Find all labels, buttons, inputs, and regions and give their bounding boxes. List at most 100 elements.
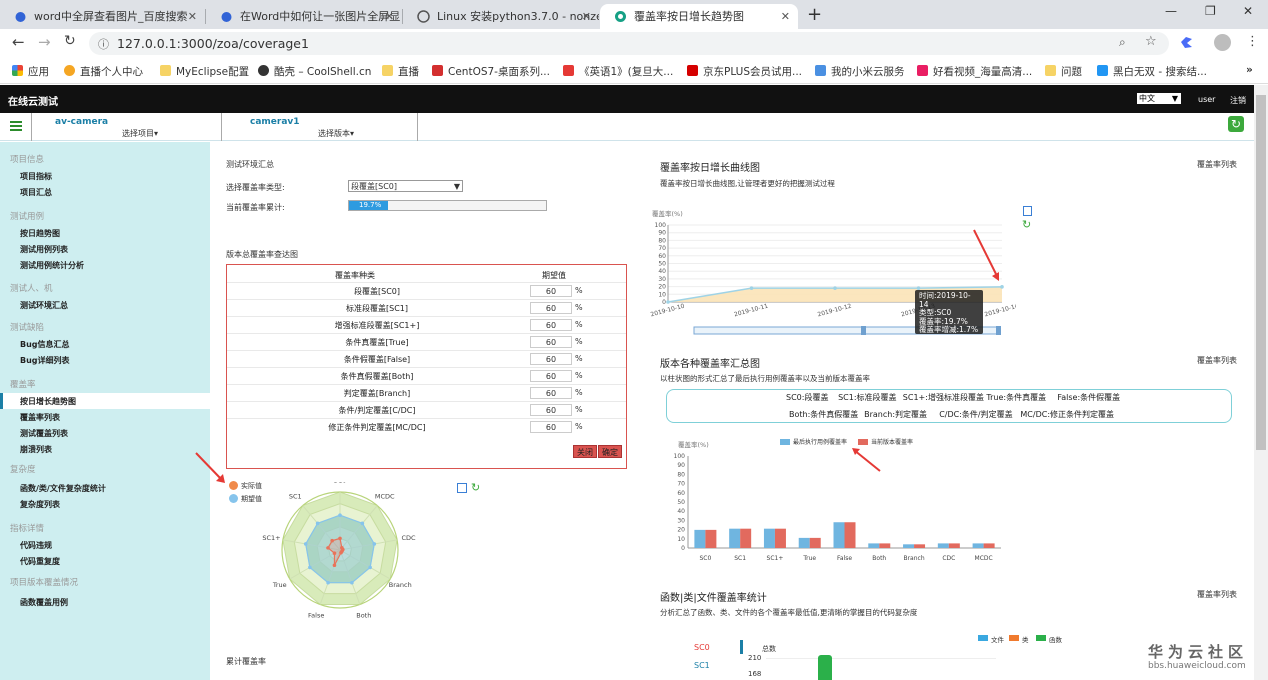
sidebar-item[interactable]: 测试环境汇总 — [20, 300, 68, 311]
bookmark-item[interactable]: 好看视频_海量高清... — [917, 64, 1032, 79]
more-menu-icon[interactable]: ⋮ — [1246, 34, 1259, 49]
browser-tab-active[interactable]: 覆盖率按日增长趋势图 ✕ — [600, 4, 798, 29]
browser-tab[interactable]: 在Word中如何让一张图片全屏显 ✕ — [206, 4, 402, 29]
new-tab-button[interactable]: + — [807, 4, 822, 26]
bookmark-item[interactable]: 问题 — [1045, 64, 1082, 79]
expect-value-input[interactable]: 60 — [530, 285, 572, 297]
restore-icon[interactable]: ↻ — [1022, 218, 1031, 231]
expect-value-input[interactable]: 60 — [530, 336, 572, 348]
definition-item: Branch:判定覆盖 — [864, 410, 928, 419]
language-select[interactable]: 中文 ▼ — [1137, 93, 1181, 104]
expect-value-input[interactable]: 60 — [530, 370, 572, 382]
sidebar-item[interactable]: 复杂度列表 — [20, 499, 60, 510]
zoom-icon[interactable]: ⌕ — [1119, 35, 1126, 50]
sidebar-item[interactable]: 项目指标 — [20, 171, 52, 182]
bookmark-item[interactable]: 直播个人中心 — [64, 64, 143, 79]
expect-value-input[interactable]: 60 — [530, 421, 572, 433]
sidebar-item[interactable]: 项目汇总 — [20, 187, 52, 198]
close-window-button[interactable]: ✕ — [1243, 4, 1253, 18]
data-view-icon[interactable] — [1023, 206, 1032, 216]
select-project-dropdown[interactable]: 选择项目▾ — [122, 128, 158, 139]
sidebar-item[interactable]: 函数覆盖用例 — [20, 597, 68, 608]
profile-avatar[interactable] — [1214, 34, 1231, 51]
bookmark-item[interactable]: 直播 — [382, 64, 419, 79]
bookmark-item[interactable]: 黑白无双 - 搜索结... — [1097, 64, 1207, 79]
cumulative-link[interactable]: 累计覆盖率 — [226, 656, 266, 667]
refresh-icon[interactable]: ↻ — [1228, 116, 1244, 132]
bookmark-item[interactable]: MyEclipse配置 — [160, 64, 249, 79]
data-point — [833, 286, 837, 290]
logout-link[interactable]: 注销 — [1230, 95, 1246, 106]
complex-side-sc0[interactable]: SC0 — [694, 643, 710, 652]
back-icon[interactable]: ← — [12, 33, 25, 51]
close-tab-icon[interactable]: ✕ — [385, 4, 394, 29]
bookmark-item[interactable]: 我的小米云服务 — [815, 64, 905, 79]
bar — [809, 537, 821, 548]
address-bar[interactable]: ⓘ 127.0.0.1:3000/zoa/coverage1 ⌕ ☆ — [89, 32, 1169, 55]
y-tick-label: 100 — [674, 453, 686, 460]
sidebar-item[interactable]: 测试用例统计分析 — [20, 260, 84, 271]
definition-item: SC0:段覆盖 — [786, 393, 829, 402]
y-tick-label: 100 — [655, 222, 667, 229]
sidebar-item[interactable]: 代码违规 — [20, 540, 52, 551]
apps-grid-icon — [12, 65, 23, 76]
expect-value-input[interactable]: 60 — [530, 353, 572, 365]
info-icon[interactable]: ⓘ — [98, 36, 109, 52]
version-name: camerav1 — [250, 117, 300, 127]
bookmark-star-icon[interactable]: ☆ — [1145, 34, 1157, 49]
data-view-icon[interactable] — [457, 483, 467, 493]
sidebar-item[interactable]: 测试用例列表 — [20, 244, 68, 255]
coverage-type-select[interactable]: 段覆盖[SC0] ▼ — [348, 180, 463, 192]
bookmark-item[interactable]: 京东PLUS会员试用... — [687, 64, 802, 79]
expect-value-input[interactable]: 60 — [530, 302, 572, 314]
bookmark-item[interactable]: 酷壳 – CoolShell.cn — [258, 64, 371, 79]
sidebar-item[interactable]: 测试覆盖列表 — [20, 428, 68, 439]
sidebar-item[interactable]: 代码重复度 — [20, 556, 60, 567]
bar — [879, 543, 891, 548]
legend-expect-swatch — [229, 494, 238, 503]
version-bar-chart: 覆盖率(%)1009080706050403020100最后执行用例覆盖率 当前版… — [674, 438, 1001, 562]
complex-list-link[interactable]: 覆盖率列表 — [1197, 589, 1237, 600]
bookmark-item[interactable]: CentOS7-桌面系列... — [432, 64, 550, 79]
expect-value-input[interactable]: 60 — [530, 387, 572, 399]
restore-icon[interactable]: ↻ — [471, 481, 480, 494]
reload-icon[interactable]: ↻ — [64, 33, 76, 49]
cumulative-label: 当前覆盖率累计: — [226, 203, 285, 212]
csdn-icon — [432, 65, 443, 76]
minimize-button[interactable]: — — [1165, 4, 1177, 18]
sidebar-item[interactable]: Bug信息汇总 — [20, 339, 70, 350]
sidebar-item[interactable]: 按日趋势图 — [20, 228, 60, 239]
sidebar-item[interactable]: 覆盖率列表 — [20, 412, 60, 423]
sidebar-item[interactable]: 按日增长趋势图 — [20, 396, 76, 407]
radar-axis-label: True — [272, 581, 287, 589]
x-tick-label: 2019-10-11 — [733, 303, 769, 319]
version-list-link[interactable]: 覆盖率列表 — [1197, 355, 1237, 366]
radar-axis-label: SC1 — [289, 493, 302, 501]
close-button[interactable]: 关闭 — [573, 445, 597, 458]
close-tab-icon[interactable]: ✕ — [582, 4, 591, 29]
user-name[interactable]: user — [1198, 95, 1215, 104]
more-bookmarks-icon[interactable]: » — [1246, 64, 1253, 76]
expect-value-input[interactable]: 60 — [530, 319, 572, 331]
bookmark-item[interactable]: 《英语1》(复旦大... — [563, 64, 673, 79]
bookmarks-bar: 应用 直播个人中心 MyEclipse配置 酷壳 – CoolShell.cn … — [0, 58, 1268, 84]
sidebar-item[interactable]: 函数/类/文件复杂度统计 — [20, 483, 106, 494]
bookmark-item[interactable]: 应用 — [12, 64, 49, 79]
maximize-button[interactable]: ❐ — [1205, 4, 1216, 18]
close-tab-icon[interactable]: ✕ — [781, 4, 790, 29]
forward-icon[interactable]: → — [38, 33, 51, 51]
browser-tab[interactable]: word中全屏查看图片_百度搜索 ✕ — [0, 4, 205, 29]
close-tab-icon[interactable]: ✕ — [188, 4, 197, 29]
table-row: 修正条件判定覆盖[MC/DC] 60% — [227, 418, 626, 435]
menu-icon[interactable] — [10, 121, 22, 131]
sidebar-item[interactable]: Bug详细列表 — [20, 355, 70, 366]
sidebar-item[interactable]: 崩溃列表 — [20, 444, 52, 455]
expect-value-input[interactable]: 60 — [530, 404, 572, 416]
confirm-button[interactable]: 确定 — [598, 445, 622, 458]
daily-list-link[interactable]: 覆盖率列表 — [1197, 159, 1237, 170]
browser-tab[interactable]: Linux 安装python3.7.0 - nonze ✕ — [403, 4, 599, 29]
extension-icon[interactable] — [1180, 36, 1193, 49]
scrollbar-thumb[interactable] — [1256, 95, 1266, 450]
select-version-dropdown[interactable]: 选择版本▾ — [318, 128, 354, 139]
complex-side-sc1[interactable]: SC1 — [694, 661, 710, 670]
